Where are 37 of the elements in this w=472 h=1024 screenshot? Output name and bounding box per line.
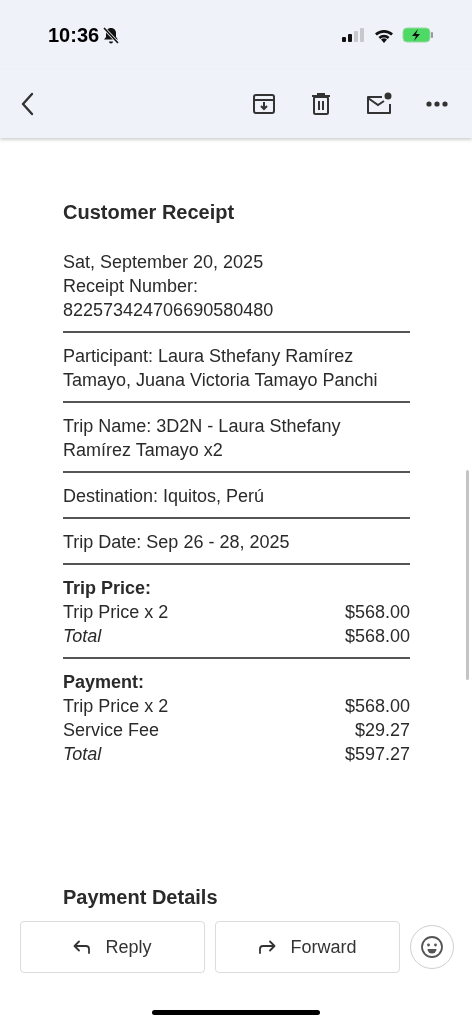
forward-icon [258, 940, 277, 954]
receipt-text: Sat, September 20, 2025 [63, 251, 265, 274]
back-icon [20, 92, 34, 116]
price-heading: Trip Price: [63, 577, 153, 600]
forward-button[interactable]: Forward [215, 921, 400, 973]
amount: $568.00 [344, 625, 410, 648]
amount: $29.27 [354, 719, 410, 742]
item-label: Trip Price x 2 [63, 695, 169, 718]
receipt-text: Trip Name: 3D2N - Laura Sthefany Ramírez Tamayo x2 [63, 415, 342, 462]
receipt-text: Participant: Laura Sthefany Ramírez Tamayo, Juana Victoria Tamayo Panchi [63, 345, 379, 392]
signal-icon [342, 28, 366, 42]
reply-icon [73, 940, 92, 954]
status-time: 10:36 [48, 23, 100, 48]
item-label: Service Fee [63, 719, 160, 742]
total-label: Total [63, 625, 102, 648]
total-label: Total [63, 743, 102, 766]
receipt-text: Trip Date: Sep 26 - 28, 2025 [63, 531, 291, 554]
price-heading: Payment: [63, 671, 146, 694]
receipt-text: Destination: Iquitos, Perú [63, 485, 266, 508]
bell-slash-icon [103, 26, 120, 44]
receipt-text: Receipt Number: [63, 275, 200, 298]
archive-icon [252, 92, 276, 116]
reply-button[interactable]: Reply [20, 921, 205, 973]
more-icon [426, 101, 448, 107]
trash-icon [310, 92, 332, 116]
receipt-text: 822573424706690580480 [63, 299, 275, 322]
section-heading: Payment Details [63, 885, 219, 910]
smiley-icon [420, 935, 444, 959]
amount: $568.00 [344, 601, 410, 624]
email-heading: Customer Receipt [63, 200, 236, 225]
wifi-icon [374, 27, 394, 43]
item-label: Trip Price x 2 [63, 601, 169, 624]
emoji-reaction-button[interactable] [410, 925, 454, 969]
amount: $568.00 [344, 695, 410, 718]
battery-charging-icon [402, 27, 434, 43]
amount: $597.27 [344, 743, 410, 766]
mail-dot-icon [365, 92, 393, 116]
